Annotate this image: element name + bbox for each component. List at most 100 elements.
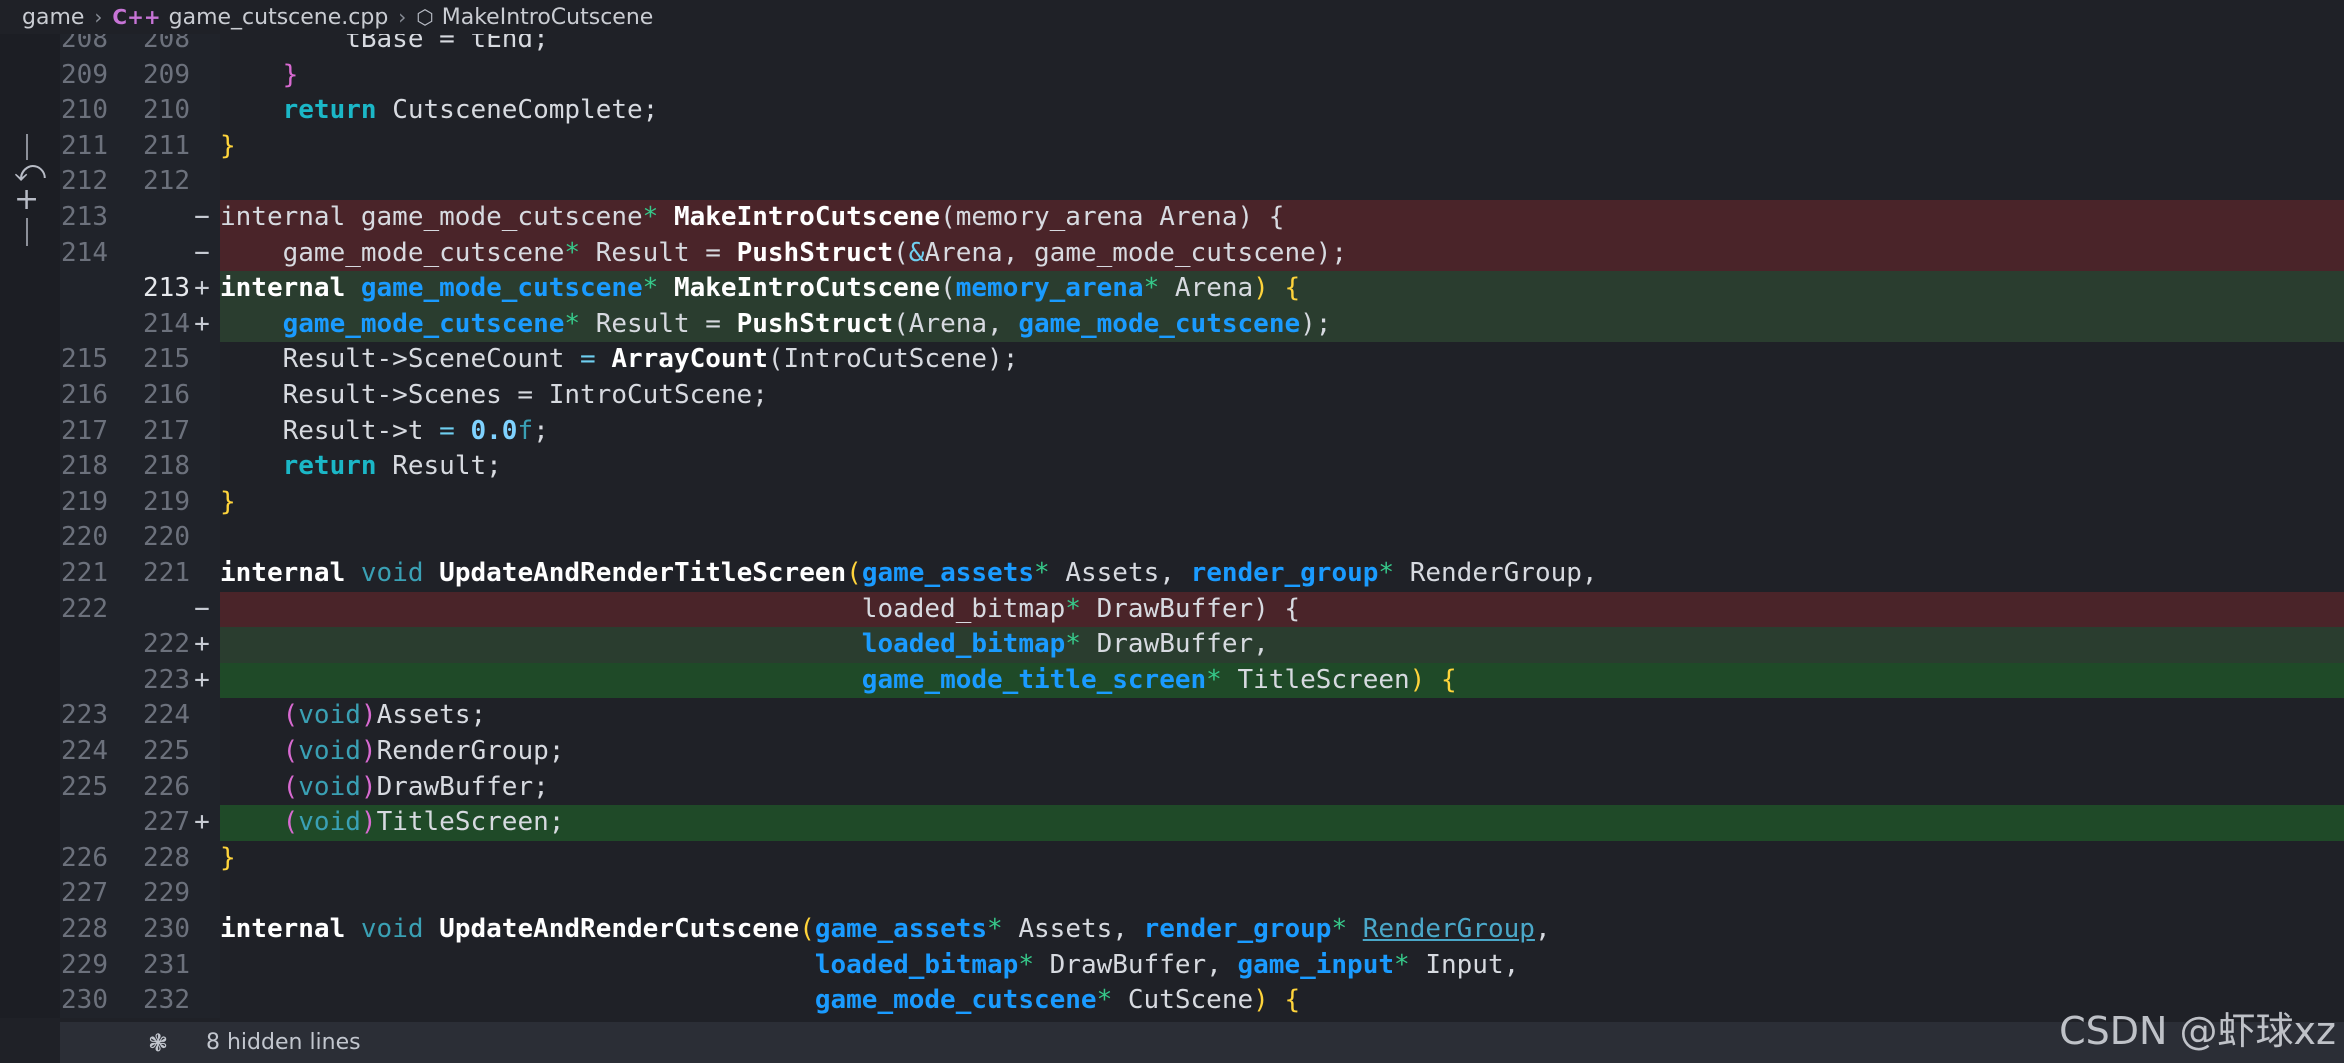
code-text[interactable]: game_mode_cutscene* Result = PushStruct(…: [220, 306, 2344, 343]
diff-line[interactable]: 216 216 Result->Scenes = IntroCutScene;: [0, 378, 2344, 414]
diff-line[interactable]: 218 218 return Result;: [0, 449, 2344, 485]
new-line-number: 227: [143, 807, 190, 838]
old-line-number: 221: [61, 558, 108, 588]
diff-line[interactable]: 222 + loaded_bitmap* DrawBuffer,: [0, 627, 2344, 663]
new-line-number: 209: [143, 59, 190, 90]
breadcrumb-symbol[interactable]: MakeIntroCutscene: [442, 5, 654, 30]
code-text[interactable]: return Result;: [220, 449, 2344, 485]
code-text[interactable]: game_mode_cutscene* CutScene) {: [220, 983, 2344, 1018]
new-line-number: 232: [143, 985, 190, 1016]
new-line-number: 228: [143, 842, 190, 873]
code-text[interactable]: (void)DrawBuffer;: [220, 770, 2344, 806]
code-text[interactable]: loaded_bitmap* DrawBuffer,: [220, 627, 2344, 663]
old-line-number: 224: [61, 736, 108, 766]
old-line-number: 215: [61, 344, 108, 375]
diff-line[interactable]: 213 − internal game_mode_cutscene* MakeInt…: [0, 200, 2344, 236]
old-line-number: 213: [61, 202, 108, 232]
added-marker: +: [194, 664, 210, 695]
change-bar: [26, 218, 28, 246]
diff-line[interactable]: 223 224 (void)Assets;: [0, 698, 2344, 734]
code-text[interactable]: loaded_bitmap* DrawBuffer, game_input* I…: [220, 948, 2344, 984]
diff-line[interactable]: 219 219}: [0, 485, 2344, 521]
diff-line[interactable]: 220 220: [0, 520, 2344, 556]
diff-line[interactable]: 214 − game_mode_cutscene* Result = PushSt…: [0, 235, 2344, 272]
removed-marker: −: [194, 237, 210, 268]
diff-line[interactable]: 228 230 internal void UpdateAndRenderCutsc…: [0, 912, 2344, 948]
stage-plus-icon[interactable]: +: [14, 182, 39, 217]
old-line-number: 218: [61, 451, 108, 482]
new-line-number: 218: [143, 451, 190, 482]
code-text[interactable]: }: [220, 129, 2344, 165]
diff-line[interactable]: 214 + game_mode_cutscene* Result = PushSt…: [0, 306, 2344, 343]
code-text[interactable]: [220, 520, 2344, 556]
code-text[interactable]: internal game_mode_cutscene* MakeIntroCu…: [220, 200, 2344, 236]
code-text[interactable]: return CutsceneComplete;: [220, 93, 2344, 129]
added-marker: +: [194, 308, 210, 339]
unfold-icon[interactable]: ❃: [110, 1029, 206, 1057]
added-marker: +: [194, 807, 210, 838]
diff-line[interactable]: 230 232 game_mode_cutscene* CutScene) {: [0, 983, 2344, 1018]
new-line-number: 211: [143, 130, 190, 161]
diff-line[interactable]: 213 + internal game_mode_cutscene* MakeInt…: [0, 271, 2344, 307]
code-text[interactable]: Result->Scenes = IntroCutScene;: [220, 378, 2344, 414]
diff-line[interactable]: 227 + (void)TitleScreen;: [0, 805, 2344, 841]
old-line-number: 220: [61, 522, 108, 553]
old-line-number: 229: [61, 949, 108, 980]
code-text[interactable]: internal void UpdateAndRenderCutscene(ga…: [220, 912, 2344, 948]
code-text[interactable]: internal void UpdateAndRenderTitleScreen…: [220, 556, 2344, 592]
code-text[interactable]: Result->t = 0.0f;: [220, 414, 2344, 450]
diff-line[interactable]: 226 228}: [0, 841, 2344, 877]
old-line-number: 211: [61, 130, 108, 161]
code-text[interactable]: game_mode_cutscene* Result = PushStruct(…: [220, 235, 2344, 272]
new-line-number: 225: [143, 736, 190, 766]
diff-line[interactable]: 224 225 (void)RenderGroup;: [0, 734, 2344, 770]
diff-editor[interactable]: 208 208 tBase = tEnd; 209 209 } 210 210 retur…: [0, 28, 2344, 1018]
diff-line[interactable]: 210 210 return CutsceneComplete;: [0, 93, 2344, 129]
diff-line[interactable]: 225 226 (void)DrawBuffer;: [0, 770, 2344, 806]
new-line-number: 229: [143, 878, 190, 909]
diff-line[interactable]: 229 231 loaded_bitmap* DrawBuffer, game_i…: [0, 948, 2344, 984]
chevron-right-icon: ›: [94, 5, 103, 29]
old-line-number: 216: [61, 380, 108, 410]
code-text[interactable]: loaded_bitmap* DrawBuffer) {: [220, 591, 2344, 628]
diff-line[interactable]: 223 + game_mode_title_screen* TitleScreen…: [0, 662, 2344, 699]
symbol-method-icon: ⬡: [416, 5, 434, 29]
code-text[interactable]: [220, 164, 2344, 200]
code-text[interactable]: (void)RenderGroup;: [220, 734, 2344, 770]
code-text[interactable]: internal game_mode_cutscene* MakeIntroCu…: [220, 271, 2344, 307]
breadcrumb-root[interactable]: game: [22, 5, 84, 30]
new-line-number: 230: [143, 914, 190, 944]
code-text[interactable]: (void)TitleScreen;: [220, 805, 2344, 841]
diff-line[interactable]: 212 212: [0, 164, 2344, 200]
breadcrumb-file[interactable]: game_cutscene.cpp: [169, 5, 389, 30]
code-text[interactable]: (void)Assets;: [220, 698, 2344, 734]
old-line-number: 222: [61, 593, 108, 624]
diff-line[interactable]: 222 − loaded_bitmap* DrawBuffer) {: [0, 591, 2344, 628]
new-line-number: 221: [143, 558, 190, 588]
diff-line[interactable]: 211 211}: [0, 129, 2344, 165]
new-line-number: 226: [143, 771, 190, 802]
code-text[interactable]: Result->SceneCount = ArrayCount(IntroCut…: [220, 342, 2344, 378]
code-text[interactable]: }: [220, 58, 2344, 94]
new-line-number: 219: [143, 486, 190, 517]
code-text[interactable]: }: [220, 485, 2344, 521]
diff-line[interactable]: 217 217 Result->t = 0.0f;: [0, 414, 2344, 450]
old-line-number: 219: [61, 486, 108, 517]
hidden-lines-bar[interactable]: ❃ 8 hidden lines: [60, 1022, 2344, 1063]
old-line-number: 214: [61, 237, 108, 268]
code-text[interactable]: }: [220, 841, 2344, 877]
diff-line[interactable]: 221 221 internal void UpdateAndRenderTitle…: [0, 556, 2344, 592]
watermark: CSDN @虾球xz: [2059, 1009, 2336, 1053]
old-line-number: 210: [61, 95, 108, 126]
new-line-number: 223: [143, 664, 190, 695]
old-line-number: 228: [61, 914, 108, 944]
added-marker: +: [194, 629, 210, 660]
new-line-number: 213: [143, 273, 190, 304]
new-line-number: 215: [143, 344, 190, 375]
code-text[interactable]: [220, 876, 2344, 912]
new-line-number: 222: [143, 629, 190, 660]
diff-line[interactable]: 215 215 Result->SceneCount = ArrayCount(I…: [0, 342, 2344, 378]
diff-line[interactable]: 227 229: [0, 876, 2344, 912]
code-text[interactable]: game_mode_title_screen* TitleScreen) {: [220, 662, 2344, 699]
diff-line[interactable]: 209 209 }: [0, 58, 2344, 94]
